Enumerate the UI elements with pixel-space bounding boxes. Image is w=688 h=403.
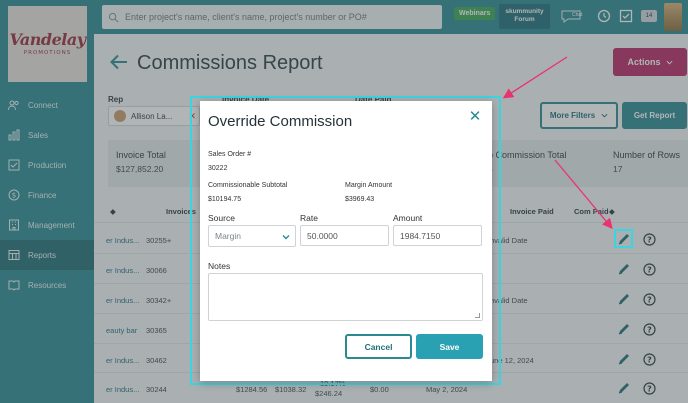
notes-textarea[interactable]	[208, 273, 483, 321]
amount-input[interactable]	[393, 225, 482, 246]
close-icon[interactable]: ✕	[468, 109, 482, 124]
sales-order-value: 30222	[208, 165, 228, 172]
source-value: Margin	[215, 231, 241, 241]
notes-label: Notes	[208, 261, 231, 271]
save-button[interactable]: Save	[416, 334, 483, 359]
modal-title: Override Commission	[208, 113, 353, 130]
override-commission-modal: Override Commission ✕ Sales Order # 3022…	[200, 101, 492, 381]
margin-value: $3969.43	[345, 196, 375, 203]
edit-highlight	[614, 229, 633, 248]
cancel-button[interactable]: Cancel	[345, 334, 412, 359]
subtotal-label: Commissionable Subtotal	[208, 182, 288, 189]
subtotal-value: $10194.75	[208, 196, 242, 203]
source-label: Source	[208, 213, 235, 223]
chevron-down-icon	[282, 235, 290, 240]
amount-label: Amount	[393, 213, 423, 223]
rate-input[interactable]	[300, 225, 389, 246]
margin-label: Margin Amount	[345, 182, 393, 189]
resize-grip-icon[interactable]	[475, 313, 480, 318]
rate-label: Rate	[300, 213, 318, 223]
sales-order-label: Sales Order #	[208, 151, 252, 158]
source-select[interactable]: Margin	[208, 225, 296, 247]
